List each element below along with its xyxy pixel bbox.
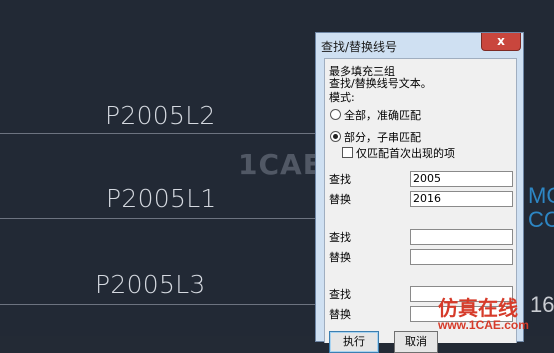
find-input-1[interactable]: 2005 — [410, 171, 513, 187]
wire-number-label[interactable]: P2005L2 — [105, 101, 216, 130]
replace-label: 替换 — [329, 308, 351, 321]
radio-full-match-label[interactable]: 全部，准确匹配 — [344, 107, 421, 123]
close-icon: x — [497, 34, 505, 48]
close-button[interactable]: x — [481, 33, 521, 51]
brand-logo-text: 仿真在线 — [438, 296, 518, 320]
partial-drawing-text: CC — [528, 207, 554, 232]
radio-partial-match-label[interactable]: 部分，子串匹配 — [344, 129, 421, 145]
replace-label: 替换 — [329, 193, 351, 206]
wire-line — [0, 304, 320, 305]
cancel-button[interactable]: 取消 — [394, 331, 438, 353]
dialog-titlebar[interactable]: 查找/替换线号 x — [316, 33, 523, 58]
brand-url: www.1CAE.com — [438, 318, 529, 332]
execute-button[interactable]: 执行 — [329, 331, 379, 353]
find-label: 查找 — [329, 173, 351, 186]
find-input-2[interactable] — [410, 229, 513, 245]
replace-label: 替换 — [329, 251, 351, 264]
dialog-title: 查找/替换线号 — [321, 40, 398, 54]
partial-drawing-text: MC — [528, 183, 554, 208]
find-label: 查找 — [329, 231, 351, 244]
replace-input-2[interactable] — [410, 249, 513, 265]
radio-full-match[interactable] — [330, 109, 341, 120]
wire-number-label[interactable]: P2005L3 — [95, 270, 206, 299]
partial-drawing-text: 16 — [530, 292, 554, 317]
replace-input-1[interactable]: 2016 — [410, 191, 513, 207]
wire-line — [0, 218, 320, 219]
first-occurrence-checkbox[interactable] — [342, 147, 353, 158]
find-label: 查找 — [329, 288, 351, 301]
wire-number-label[interactable]: P2005L1 — [106, 184, 217, 213]
mode-label: 模式: — [329, 91, 355, 104]
first-occurrence-label[interactable]: 仅匹配首次出现的项 — [356, 145, 455, 161]
wire-line — [0, 133, 320, 134]
radio-partial-match[interactable] — [330, 131, 341, 142]
